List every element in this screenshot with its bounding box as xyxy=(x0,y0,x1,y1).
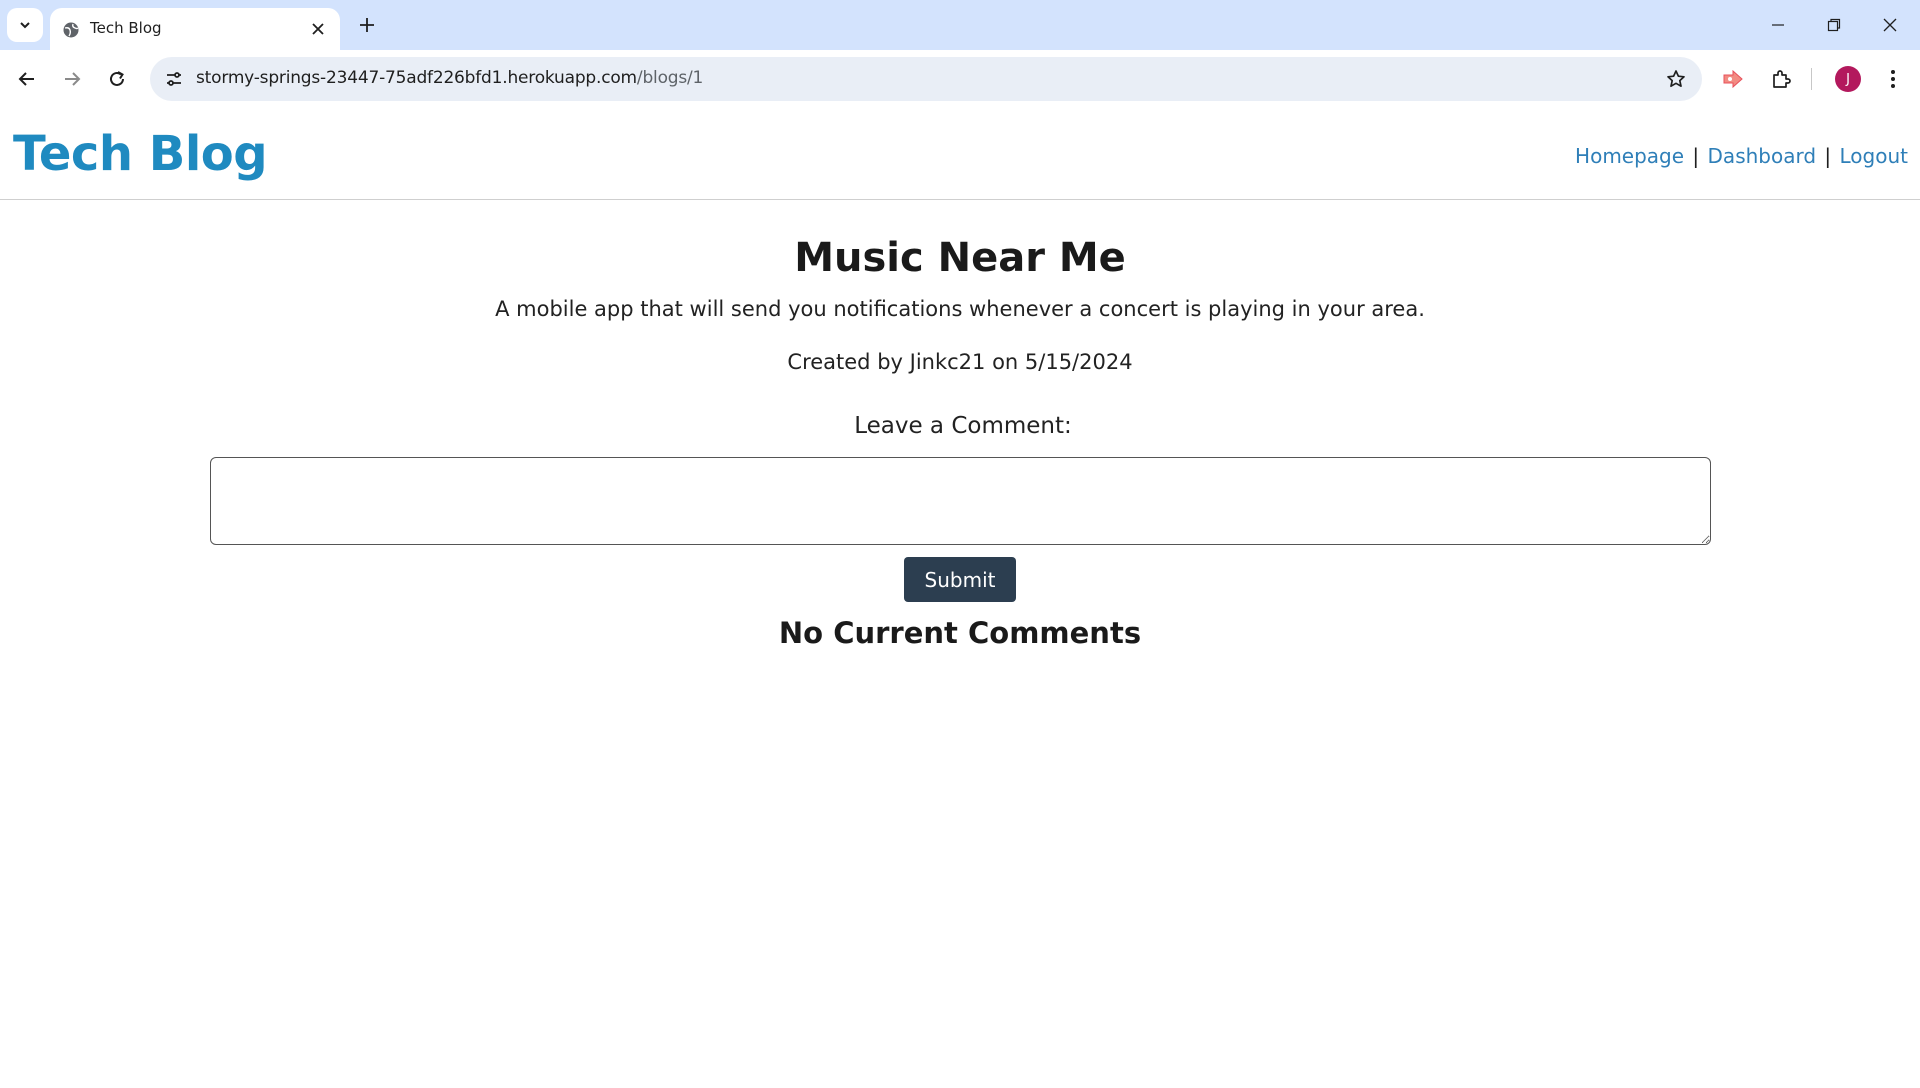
url-text: stormy-springs-23447-75adf226bfd1.heroku… xyxy=(196,68,703,88)
tune-icon xyxy=(167,72,181,86)
browser-tab-bar: Tech Blog xyxy=(0,0,1920,50)
browser-tab-active[interactable]: Tech Blog xyxy=(50,8,340,50)
arrow-left-icon xyxy=(18,72,34,86)
profile-avatar[interactable]: J xyxy=(1835,66,1861,92)
puzzle-icon xyxy=(1773,70,1791,88)
post-title: Music Near Me xyxy=(794,235,1126,281)
comment-label: Leave a Comment: xyxy=(854,413,1072,439)
star-icon xyxy=(1667,70,1685,88)
browser-menu-button[interactable] xyxy=(1876,62,1910,96)
toolbar-divider xyxy=(1811,68,1812,90)
nav-separator: | xyxy=(1692,144,1700,168)
bookmark-button[interactable] xyxy=(1664,67,1688,91)
site-info-button[interactable] xyxy=(162,67,186,91)
nav-dashboard-link[interactable]: Dashboard xyxy=(1708,144,1817,168)
close-icon xyxy=(312,23,324,35)
reload-button[interactable] xyxy=(100,62,134,96)
no-comments-message: No Current Comments xyxy=(778,616,1142,650)
site-brand[interactable]: Tech Blog xyxy=(13,126,268,182)
chevron-down-icon xyxy=(20,22,30,29)
nav-logout-link[interactable]: Logout xyxy=(1840,144,1908,168)
nav-separator: | xyxy=(1824,144,1832,168)
extension-button[interactable] xyxy=(1716,62,1750,96)
tab-title: Tech Blog xyxy=(90,19,162,37)
submit-comment-button[interactable]: Submit xyxy=(904,557,1016,602)
new-tab-button[interactable] xyxy=(352,10,382,40)
post-description: A mobile app that will send you notifica… xyxy=(495,297,1425,321)
restore-button[interactable] xyxy=(1806,0,1862,50)
comment-textarea[interactable] xyxy=(210,457,1711,545)
arrow-right-icon xyxy=(65,72,81,86)
tab-close-button[interactable] xyxy=(306,17,330,41)
more-vertical-icon xyxy=(1891,70,1895,88)
nav-homepage-link[interactable]: Homepage xyxy=(1575,144,1684,168)
plus-icon xyxy=(360,18,374,32)
reload-icon xyxy=(110,71,124,86)
site-header: Tech Blog Homepage | Dashboard | Logout xyxy=(0,108,1920,200)
site-nav: Homepage | Dashboard | Logout xyxy=(1575,144,1908,168)
tab-search-button[interactable] xyxy=(7,8,43,42)
post-meta: Created by Jinkc21 on 5/15/2024 xyxy=(787,350,1133,374)
url-path: /blogs/1 xyxy=(636,68,704,88)
minimize-button[interactable] xyxy=(1750,0,1806,50)
extensions-menu-button[interactable] xyxy=(1764,62,1798,96)
restore-icon xyxy=(1827,18,1841,32)
close-window-button[interactable] xyxy=(1862,0,1918,50)
address-bar[interactable]: stormy-springs-23447-75adf226bfd1.heroku… xyxy=(150,57,1702,101)
globe-icon xyxy=(63,22,79,38)
url-host: stormy-springs-23447-75adf226bfd1.heroku… xyxy=(196,68,637,88)
back-button[interactable] xyxy=(10,62,44,96)
minimize-icon xyxy=(1772,24,1784,26)
forward-button[interactable] xyxy=(55,62,89,96)
close-icon xyxy=(1883,18,1897,32)
extension-arrow-icon xyxy=(1723,70,1743,88)
